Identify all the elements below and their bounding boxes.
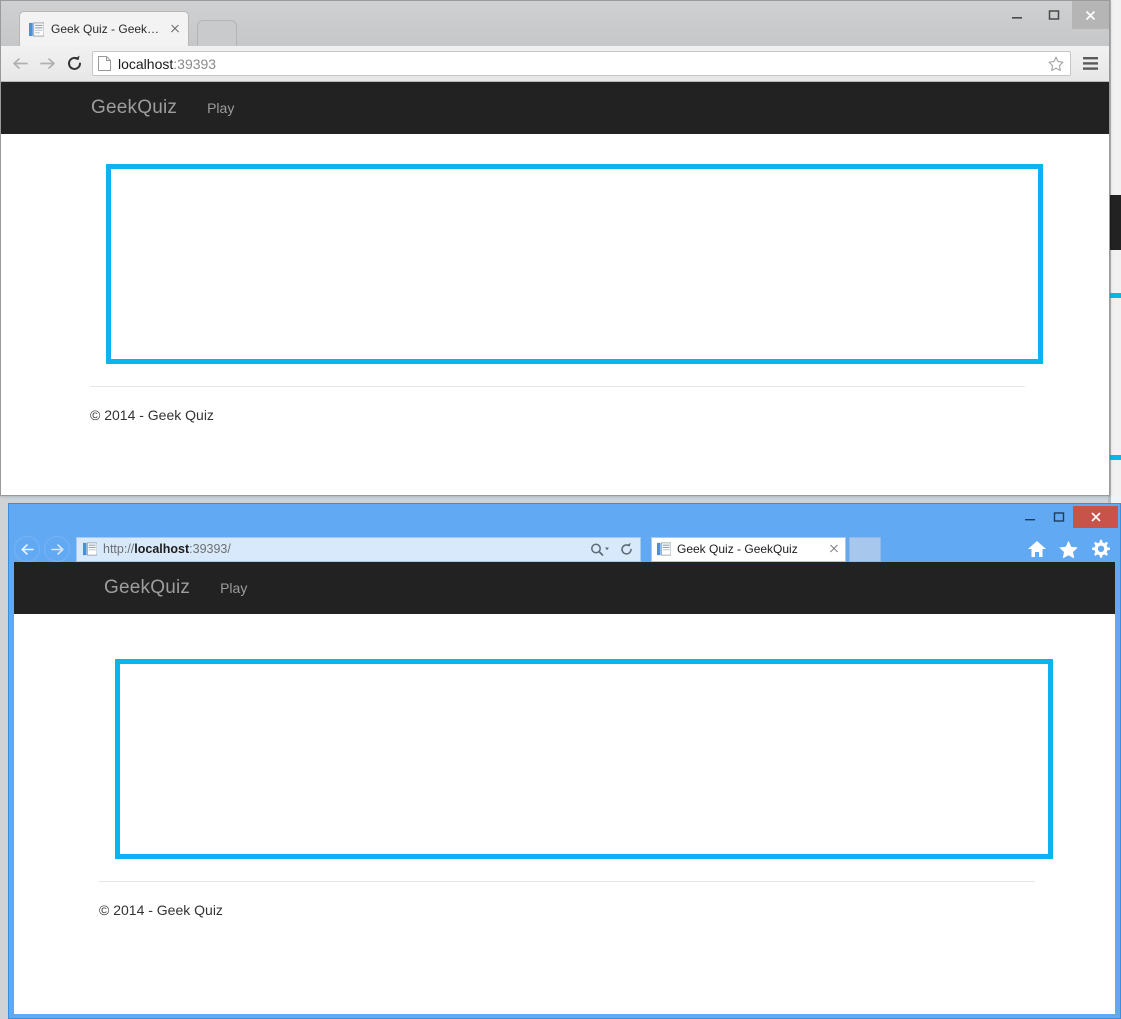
page-favicon [29,21,44,37]
footer-copyright: © 2014 - Geek Quiz [90,407,214,423]
ie-url-host: localhost [134,542,190,556]
star-icon[interactable] [1047,55,1065,73]
site-brand[interactable]: GeekQuiz [75,97,193,119]
chrome-browser-window: Geek Quiz - GeekQuiz localhost:39393 Gee… [0,0,1110,496]
maximize-icon [1048,10,1059,20]
chrome-tab-title: Geek Quiz - GeekQuiz [51,22,168,36]
internet-explorer-window: http://localhost:39393/ Geek Quiz - Geek… [8,503,1121,1019]
chrome-page-viewport: GeekQuiz Play © 2014 - Geek Quiz Des [1,82,1109,495]
ie-address-tools [590,542,634,557]
page-icon [98,56,111,71]
home-icon[interactable] [1027,540,1047,558]
footer-divider [90,386,1025,387]
close-icon [1085,10,1096,20]
maximize-button[interactable] [1044,506,1073,528]
chrome-toolbar: localhost:39393 [1,46,1109,82]
quiz-content-box[interactable] [106,164,1043,364]
chrome-window-controls [998,1,1109,29]
forward-button[interactable] [44,536,70,562]
ie-command-bar [1027,539,1110,559]
maximize-icon [1053,512,1064,522]
ie-tab-title: Geek Quiz - GeekQuiz [677,542,798,556]
chrome-address-bar[interactable]: localhost:39393 [92,51,1071,76]
hamburger-menu-icon [1082,57,1098,70]
minimize-icon [1011,17,1022,19]
ie-url-text: http://localhost:39393/ [103,542,231,556]
search-icon[interactable] [590,542,610,557]
arrow-right-icon [50,543,64,555]
reload-icon [68,55,81,70]
close-button[interactable] [1073,506,1118,528]
maximize-button[interactable] [1035,1,1072,29]
ie-page-viewport: GeekQuiz Play © 2014 - Geek Quiz [14,562,1115,1014]
close-icon [1090,512,1101,522]
nav-link-play[interactable]: Play [206,580,261,596]
site-brand[interactable]: GeekQuiz [88,577,206,599]
gear-icon[interactable] [1090,539,1110,559]
footer-divider [99,881,1035,882]
minimize-button[interactable] [998,1,1035,29]
close-icon[interactable] [168,22,182,36]
ie-title-bar[interactable] [9,504,1120,534]
chrome-new-tab-button[interactable] [197,20,237,46]
minimize-icon [1024,519,1035,521]
minimize-button[interactable] [1015,506,1044,528]
arrow-left-icon [20,543,34,555]
chrome-url-host: localhost [118,55,174,72]
page-favicon [83,542,97,556]
arrow-right-icon [40,58,55,69]
ie-page-body: © 2014 - Geek Quiz [14,659,1115,918]
page-favicon [657,542,671,556]
arrow-left-icon [13,58,28,69]
ie-new-tab-button[interactable] [849,536,881,562]
ie-address-bar[interactable]: http://localhost:39393/ [76,536,641,562]
chrome-page-body: © 2014 - Geek Quiz [1,164,1109,423]
forward-button[interactable] [34,50,61,77]
ie-tab[interactable]: Geek Quiz - GeekQuiz [651,536,846,562]
footer-copyright: © 2014 - Geek Quiz [99,902,223,918]
site-navbar: GeekQuiz Play [14,562,1115,614]
back-button[interactable] [14,536,40,562]
back-button[interactable] [7,50,34,77]
site-navbar: GeekQuiz Play [1,82,1109,134]
chrome-menu-button[interactable] [1077,50,1103,77]
quiz-content-box[interactable] [115,659,1053,859]
chrome-url-port: :39393 [173,55,217,72]
chrome-tab-strip: Geek Quiz - GeekQuiz [1,1,1109,46]
desktop-screen: Geek Quiz - GeekQuiz localhost:39393 Gee… [0,0,1121,1019]
ie-navigation-row: http://localhost:39393/ Geek Quiz - Geek… [9,534,1120,564]
chrome-tab[interactable]: Geek Quiz - GeekQuiz [19,11,189,46]
star-icon[interactable] [1058,540,1079,559]
refresh-icon[interactable] [619,542,634,557]
close-icon[interactable] [828,543,840,555]
close-button[interactable] [1072,1,1109,29]
nav-link-play[interactable]: Play [193,100,248,116]
ie-url-scheme: http:// [103,542,135,556]
ie-window-controls [1015,506,1118,528]
chrome-url-text: localhost:39393 [118,56,216,72]
ie-url-rest: :39393/ [189,542,231,556]
reload-button[interactable] [61,50,88,77]
